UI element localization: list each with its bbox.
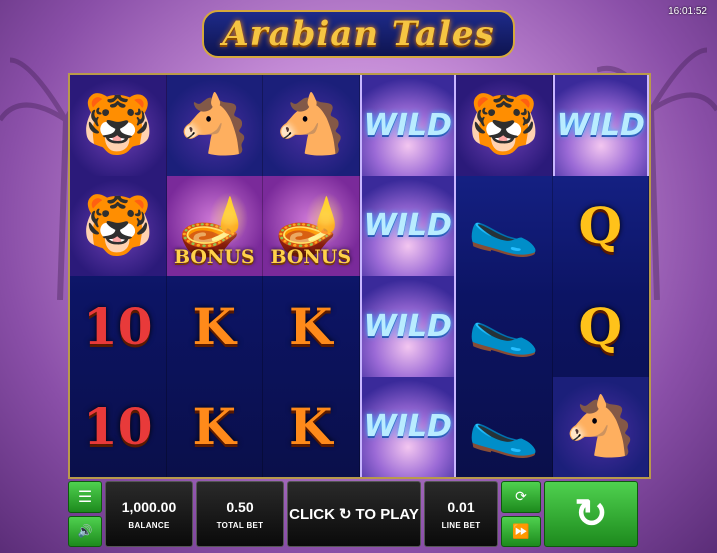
balance-value: 1,000.00 bbox=[121, 498, 177, 515]
reel-cell: K bbox=[263, 276, 360, 377]
play-prompt-panel: CLICK ↻ TO PLAY bbox=[287, 481, 421, 547]
reel-cell: 🪔 BONUS bbox=[263, 175, 360, 276]
card-symbol-10: 10 bbox=[82, 296, 153, 356]
line-bet-panel[interactable]: 0.01 LINE BET bbox=[424, 481, 498, 547]
tiger-icon: 🐯 bbox=[81, 192, 154, 258]
reel-cell: 🐯 bbox=[70, 75, 167, 176]
reel-cell: WILD bbox=[359, 376, 456, 477]
reel-cell: WILD bbox=[552, 75, 649, 176]
reel-cell: 🐴 bbox=[552, 376, 649, 477]
reel-cell: 10 bbox=[70, 276, 167, 377]
reel-cell: 🥿 bbox=[456, 175, 553, 276]
card-symbol-q: Q bbox=[578, 296, 623, 356]
reel-cell: Q bbox=[553, 175, 649, 276]
side-controls: ☰ 🔊 bbox=[68, 481, 102, 547]
line-bet-value: 0.01 bbox=[447, 498, 475, 515]
reel-cell: 🐯 bbox=[456, 75, 553, 176]
card-symbol-k: K bbox=[192, 397, 236, 457]
card-symbol-k: K bbox=[192, 296, 236, 356]
wild-symbol: WILD bbox=[363, 409, 452, 445]
reel-cell: WILD bbox=[359, 175, 456, 276]
reel-cell: 10 bbox=[70, 376, 167, 477]
wild-symbol: WILD bbox=[363, 107, 452, 143]
refresh-icon: ↻ bbox=[338, 506, 352, 523]
bonus-symbol-label: BONUS bbox=[173, 246, 255, 268]
horse-icon: 🐴 bbox=[564, 393, 637, 459]
slippers-icon: 🥿 bbox=[467, 192, 540, 258]
reel-cell: K bbox=[263, 376, 360, 477]
spin-button[interactable]: ↻ bbox=[544, 481, 638, 547]
speaker-icon: 🔊 bbox=[77, 524, 93, 539]
total-bet-panel[interactable]: 0.50 TOTAL BET bbox=[196, 481, 284, 547]
balance-panel: 1,000.00 BALANCE bbox=[105, 481, 193, 547]
total-bet-label: TOTAL BET bbox=[216, 520, 264, 530]
reel-cell: 🥿 bbox=[456, 276, 553, 377]
autoplay-icon: ⟳ bbox=[515, 488, 527, 505]
wild-symbol: WILD bbox=[363, 308, 452, 344]
control-bar: ☰ 🔊 1,000.00 BALANCE 0.50 TOTAL BET CLIC… bbox=[68, 481, 651, 547]
line-bet-label: LINE BET bbox=[441, 520, 481, 530]
reel-cell: WILD bbox=[359, 276, 456, 377]
reel-cell: 🐴 bbox=[263, 75, 360, 176]
menu-icon: ☰ bbox=[77, 488, 93, 506]
autoplay-button[interactable]: ⟳ bbox=[501, 481, 541, 513]
reel-grid: 🐯 🐴 🐴 WILD 🐯 WILD 🐯 🪔 BONUS 🪔 BONUS WILD 🥿 Q 10 K K WILD 🥿… bbox=[68, 73, 651, 479]
play-mode-controls: ⟳ ⏩ bbox=[501, 481, 541, 547]
horse-icon: 🐴 bbox=[274, 92, 347, 158]
play-prompt-after: TO PLAY bbox=[355, 505, 419, 523]
play-prompt-before: CLICK bbox=[289, 505, 335, 523]
total-bet-value: 0.50 bbox=[226, 498, 254, 515]
fast-forward-icon: ⏩ bbox=[512, 522, 530, 539]
card-symbol-10: 10 bbox=[82, 397, 153, 457]
logo-title: Arabian Tales bbox=[202, 10, 515, 58]
reel-cell: Q bbox=[553, 276, 649, 377]
reel-cell: 🐯 bbox=[70, 175, 167, 276]
card-symbol-q: Q bbox=[578, 196, 623, 256]
balance-label: BALANCE bbox=[128, 520, 170, 530]
tiger-icon: 🐯 bbox=[81, 92, 154, 158]
reel-cell: 🥿 bbox=[456, 376, 553, 477]
fast-forward-button[interactable]: ⏩ bbox=[501, 515, 541, 547]
slippers-icon: 🥿 bbox=[467, 293, 540, 359]
menu-button[interactable]: ☰ bbox=[68, 481, 102, 513]
tiger-icon: 🐯 bbox=[467, 92, 540, 158]
wild-symbol: WILD bbox=[556, 107, 645, 143]
sound-button[interactable]: 🔊 bbox=[68, 515, 102, 547]
spin-icon: ↻ bbox=[574, 492, 608, 536]
horse-icon: 🐴 bbox=[178, 92, 251, 158]
card-symbol-k: K bbox=[289, 296, 333, 356]
reel-cell: K bbox=[167, 376, 263, 477]
reel-cell: 🪔 BONUS bbox=[166, 175, 263, 276]
reel-cell: 🐴 bbox=[166, 75, 263, 176]
slippers-icon: 🥿 bbox=[467, 393, 540, 459]
game-logo: Arabian Tales bbox=[0, 10, 717, 68]
wild-symbol: WILD bbox=[363, 208, 452, 244]
card-symbol-k: K bbox=[289, 397, 333, 457]
reel-cell: K bbox=[167, 276, 263, 377]
reel-cell: WILD bbox=[359, 75, 456, 176]
bonus-symbol-label: BONUS bbox=[270, 246, 352, 268]
